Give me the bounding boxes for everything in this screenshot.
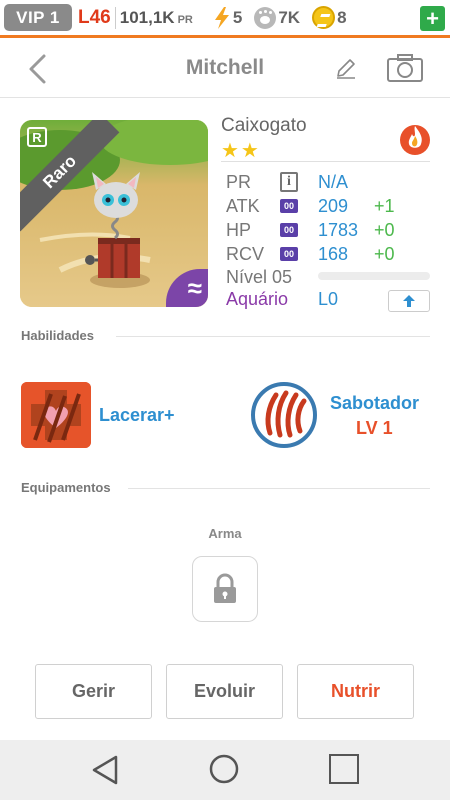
equipment-heading: Equipamentos [21,480,111,495]
coin-value: 8 [337,7,347,27]
stat-value: 168 [318,243,349,264]
power-unit: PR [177,13,193,26]
camera-icon[interactable] [386,53,424,83]
feed-button[interactable]: Nutrir [297,664,414,719]
stat-label: RCV [226,243,265,264]
lacerate-ability-icon[interactable] [21,382,91,448]
stat-row-pr: PR i N/A [226,170,431,194]
vip-badge[interactable]: VIP 1 [4,4,72,31]
player-level: L46 [78,6,111,28]
weapon-slot-label: Arma [208,526,242,541]
divider [116,336,430,337]
system-nav-bar [0,740,450,800]
nav-recents-icon[interactable] [329,754,359,784]
arrow-up-icon [403,295,415,307]
stat-label: PR [226,171,252,192]
nav-back-icon[interactable] [90,754,122,786]
stat-delta: +0 [374,219,395,240]
rarity-badge: R [27,127,47,147]
stat-badge: 00 [280,247,298,261]
stat-delta: +0 [374,243,395,264]
stat-row-hp: HP 00 1783 +0 [226,218,431,242]
divider [128,488,430,489]
paw-icon [254,6,277,29]
stat-value: 1783 [318,219,359,240]
pet-species: Caixogato [221,115,307,136]
level-progress-bar [318,272,430,280]
stat-row-rcv: RCV 00 168 +0 [226,242,431,266]
weapon-slot[interactable] [192,556,258,622]
power-value: 101,1K [119,7,175,27]
ability-name[interactable]: Sabotador [330,393,419,414]
stat-badge: 00 [280,223,298,237]
ability-name[interactable]: Lacerar+ [99,405,175,426]
paw-counter[interactable]: 7K [254,6,301,29]
divider [221,161,430,162]
manage-button[interactable]: Gerir [35,664,152,719]
star-rating: ★★ [221,140,261,162]
level-label: Nível 05 [226,266,293,287]
stat-badge: 00 [280,199,298,213]
sabotage-claw-icon[interactable] [250,381,318,449]
page-title: Mitchell [185,56,265,79]
lock-icon [214,573,236,603]
energy-value: 5 [232,7,243,27]
energy-counter[interactable]: 5 [213,6,243,29]
habitat-level: L0 [318,289,339,309]
habitat-label[interactable]: Aquário [226,289,288,310]
stat-delta: +1 [374,195,395,216]
evolve-button[interactable]: Evoluir [166,664,283,719]
info-icon[interactable]: i [280,172,298,192]
ability-level: LV 1 [356,418,393,438]
fire-element-icon[interactable] [399,120,431,156]
pencil-icon[interactable] [334,56,358,80]
stat-label: ATK [226,195,260,216]
abilities-heading: Habilidades [21,328,94,343]
stat-value: N/A [318,171,349,192]
page-header: Mitchell [0,41,450,98]
add-currency-button[interactable]: + [420,6,445,31]
paw-value: 7K [278,7,301,27]
upgrade-button[interactable] [388,290,430,312]
stat-value: 209 [318,195,349,216]
status-bar: VIP 1 L46 101,1K PR 5 7K 8 + [0,0,450,38]
coin-counter[interactable]: 8 [312,6,347,29]
stat-row-atk: ATK 00 209 +1 [226,194,431,218]
coin-icon [312,6,336,29]
divider [114,6,116,29]
pet-card-image[interactable]: Raro R ≈ [20,120,208,307]
lightning-icon [214,6,229,29]
stat-label: HP [226,219,252,240]
nav-home-icon[interactable] [208,753,240,785]
